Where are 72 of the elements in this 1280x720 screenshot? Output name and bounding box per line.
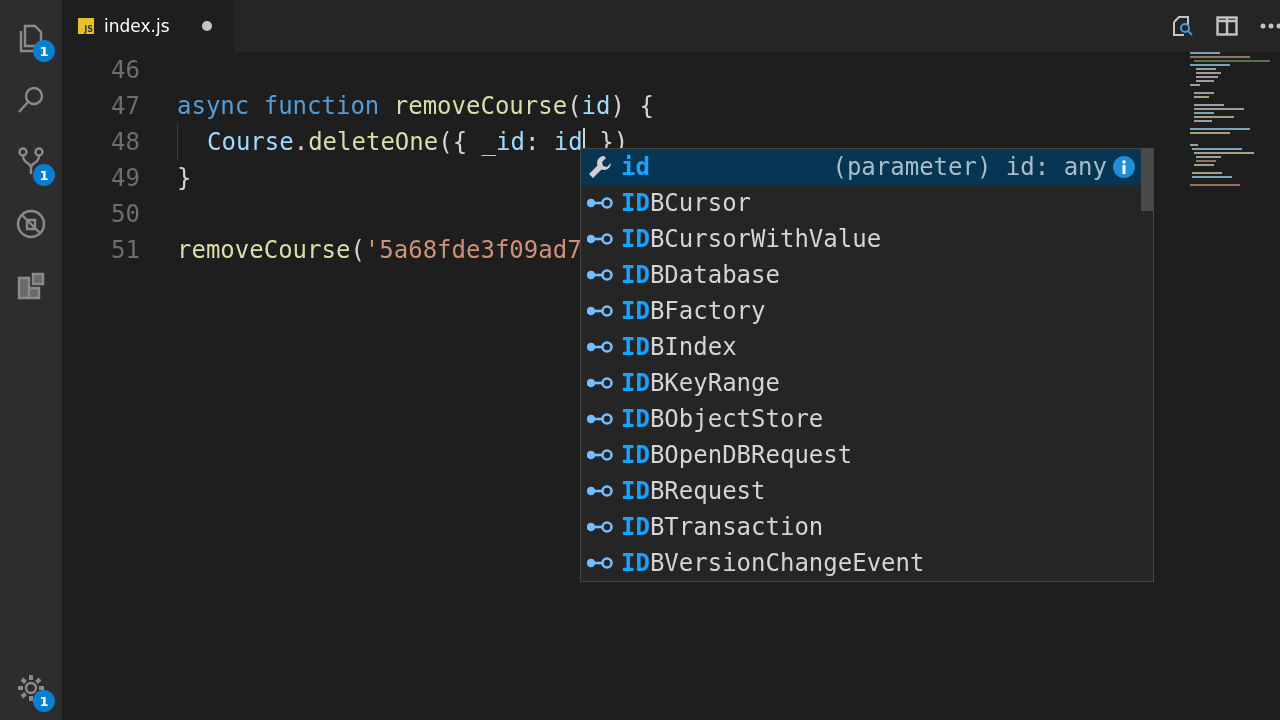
interface-icon bbox=[587, 340, 613, 354]
extensions-icon bbox=[15, 270, 47, 302]
suggestion-item[interactable]: IDBVersionChangeEvent bbox=[581, 545, 1141, 581]
line-number: 48 bbox=[110, 128, 140, 156]
suggestion-detail: (parameter) id: any bbox=[832, 153, 1107, 181]
interface-icon bbox=[587, 304, 613, 318]
suggestion-label: IDBIndex bbox=[621, 333, 737, 361]
code-token: ( bbox=[350, 236, 365, 264]
code-token: ) { bbox=[610, 92, 654, 120]
editor-tab[interactable]: JS index.js bbox=[62, 0, 234, 52]
suggestion-label: IDBRequest bbox=[621, 477, 766, 505]
suggestion-item[interactable]: IDBKeyRange bbox=[581, 365, 1141, 401]
suggestion-item[interactable]: IDBFactory bbox=[581, 293, 1141, 329]
code-token: id bbox=[581, 92, 611, 120]
notification-badge: 1 bbox=[33, 164, 55, 186]
notification-badge: 1 bbox=[33, 690, 55, 712]
interface-icon bbox=[587, 448, 613, 462]
suggestion-label: IDBCursorWithValue bbox=[621, 225, 882, 253]
code-token: ( bbox=[567, 92, 582, 120]
debug-icon bbox=[15, 208, 47, 240]
js-file-icon: JS bbox=[78, 18, 94, 34]
suggestion-label: IDBFactory bbox=[621, 297, 766, 325]
code-token: deleteOne bbox=[308, 128, 439, 156]
code-token: } bbox=[177, 164, 192, 192]
more-icon[interactable] bbox=[1260, 23, 1280, 29]
suggestion-label: IDBVersionChangeEvent bbox=[621, 549, 925, 577]
notification-badge: 1 bbox=[33, 40, 55, 62]
suggestion-label: IDBDatabase bbox=[621, 261, 780, 289]
suggestion-item[interactable]: IDBIndex bbox=[581, 329, 1141, 365]
suggestion-item[interactable]: id (parameter) id: any bbox=[581, 149, 1141, 185]
line-number: 47 bbox=[110, 92, 140, 120]
suggestion-label: IDBTransaction bbox=[621, 513, 824, 541]
suggestion-label: IDBOpenDBRequest bbox=[621, 441, 853, 469]
code-token: Course bbox=[207, 128, 294, 156]
line-number: 46 bbox=[110, 56, 140, 84]
line-number: 49 bbox=[110, 164, 140, 192]
preview-icon[interactable] bbox=[1170, 14, 1194, 38]
code-token: removeCourse bbox=[393, 92, 568, 120]
settings-icon bbox=[15, 672, 47, 704]
interface-icon bbox=[587, 556, 613, 570]
interface-icon bbox=[587, 268, 613, 282]
scrollbar-thumb[interactable] bbox=[1141, 149, 1153, 211]
code-token: : bbox=[524, 128, 541, 156]
suggestion-item[interactable]: IDBTransaction bbox=[581, 509, 1141, 545]
info-icon[interactable] bbox=[1113, 156, 1135, 178]
suggestion-label: IDBObjectStore bbox=[621, 405, 824, 433]
interface-icon bbox=[587, 484, 613, 498]
suggestion-item[interactable]: IDBCursor bbox=[581, 185, 1141, 221]
code-token: id bbox=[553, 128, 583, 156]
suggestion-item[interactable]: IDBObjectStore bbox=[581, 401, 1141, 437]
interface-icon bbox=[587, 376, 613, 390]
suggestion-label: IDBCursor bbox=[621, 189, 752, 217]
interface-icon bbox=[587, 520, 613, 534]
suggestion-item[interactable]: IDBOpenDBRequest bbox=[581, 437, 1141, 473]
code-token: ({ bbox=[438, 128, 469, 156]
interface-icon bbox=[587, 196, 613, 210]
wrench-icon bbox=[587, 154, 613, 180]
line-number: 50 bbox=[110, 200, 140, 228]
suggestion-item[interactable]: IDBRequest bbox=[581, 473, 1141, 509]
line-number: 51 bbox=[110, 236, 140, 264]
code-token: removeCourse bbox=[177, 236, 351, 264]
code-token: '5a68fde3f09ad7 bbox=[364, 236, 582, 264]
suggestion-label: IDBKeyRange bbox=[621, 369, 780, 397]
suggestion-item[interactable]: IDBCursorWithValue bbox=[581, 221, 1141, 257]
interface-icon bbox=[587, 232, 613, 246]
code-token: _id bbox=[481, 128, 525, 156]
code-token: async function bbox=[177, 92, 381, 120]
split-editor-icon[interactable] bbox=[1216, 16, 1238, 36]
suggestion-label: id bbox=[621, 153, 650, 181]
suggestion-item[interactable]: IDBDatabase bbox=[581, 257, 1141, 293]
interface-icon bbox=[587, 412, 613, 426]
code-token: . bbox=[293, 128, 309, 156]
